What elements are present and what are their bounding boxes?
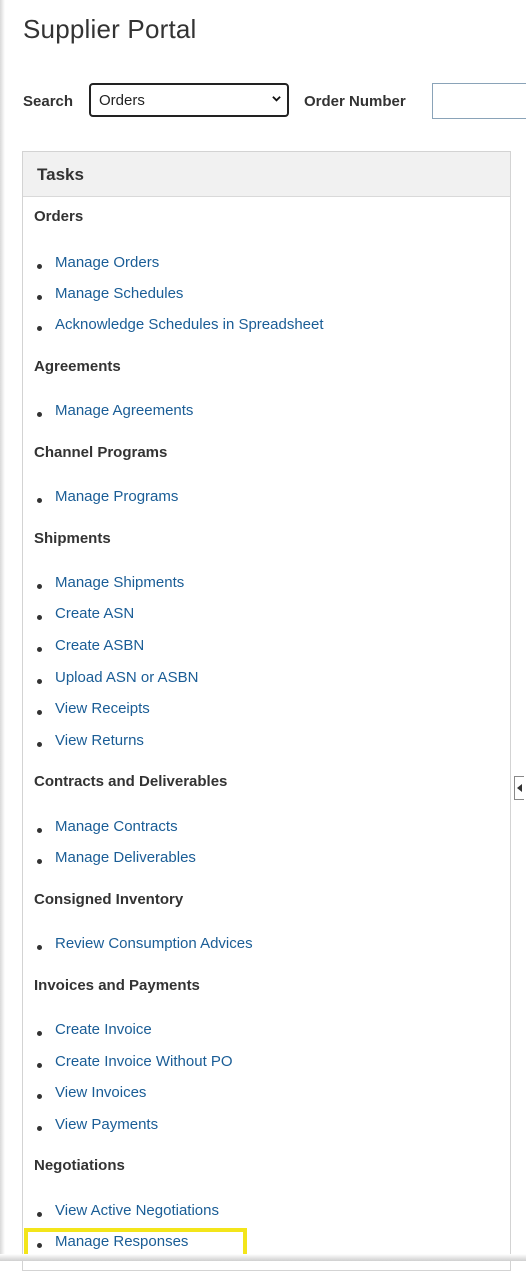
task-create-asn[interactable]: Create ASN [55,605,134,622]
bullet [37,742,42,747]
bullet [37,295,42,300]
task-manage-shipments[interactable]: Manage Shipments [55,574,184,591]
task-manage-programs[interactable]: Manage Programs [55,488,178,505]
search-type-select[interactable]: Orders [89,83,289,117]
section-heading-contracts: Contracts and Deliverables [34,773,228,790]
window-left-shadow [0,0,5,1261]
order-number-label: Order Number [304,93,406,110]
bullet [37,264,42,269]
section-heading-consigned: Consigned Inventory [34,891,184,908]
task-view-invoices[interactable]: View Invoices [55,1084,146,1101]
task-upload-asn[interactable]: Upload ASN or ASBN [55,669,198,686]
section-heading-negotiations: Negotiations [34,1157,125,1174]
window-bottom-shadow [0,1254,526,1261]
task-view-payments[interactable]: View Payments [55,1116,158,1133]
task-acknowledge-schedules[interactable]: Acknowledge Schedules in Spreadsheet [55,316,324,333]
task-create-invoice-no-po[interactable]: Create Invoice Without PO [55,1053,233,1070]
section-heading-agreements: Agreements [34,358,121,375]
section-heading-channel-programs: Channel Programs [34,444,168,461]
task-manage-contracts[interactable]: Manage Contracts [55,818,178,835]
task-manage-agreements[interactable]: Manage Agreements [55,402,193,419]
task-create-invoice[interactable]: Create Invoice [55,1021,152,1038]
task-manage-orders[interactable]: Manage Orders [55,254,159,271]
page-title: Supplier Portal [23,14,197,44]
collapse-left-icon [517,784,522,792]
bullet [37,828,42,833]
bullet [37,615,42,620]
section-heading-shipments: Shipments [34,530,111,547]
task-manage-schedules[interactable]: Manage Schedules [55,285,183,302]
bullet [37,859,42,864]
bullet [37,710,42,715]
tasks-panel: Tasks Orders Manage Orders Manage Schedu… [22,151,511,1271]
collapse-pane-handle[interactable] [514,776,524,800]
bullet [37,679,42,684]
tasks-title: Tasks [37,165,84,184]
bullet [37,1031,42,1036]
chevron-down-icon [272,96,281,102]
bullet [37,1212,42,1217]
bullet [37,1094,42,1099]
search-label: Search [23,93,74,110]
bullet [37,1063,42,1068]
order-number-input[interactable] [432,83,526,119]
bullet [37,498,42,503]
search-type-value: Orders [99,92,145,109]
bullet [37,647,42,652]
bullet [37,584,42,589]
task-view-returns[interactable]: View Returns [55,732,144,749]
task-review-consumption[interactable]: Review Consumption Advices [55,935,253,952]
task-create-asbn[interactable]: Create ASBN [55,637,144,654]
bullet [37,412,42,417]
tasks-panel-header: Tasks [23,152,510,197]
section-heading-invoices: Invoices and Payments [34,977,200,994]
section-heading-orders: Orders [34,208,84,225]
bullet [37,945,42,950]
task-view-active-negotiations[interactable]: View Active Negotiations [55,1202,219,1219]
bullet [37,1126,42,1131]
task-manage-deliverables[interactable]: Manage Deliverables [55,849,196,866]
task-view-receipts[interactable]: View Receipts [55,700,150,717]
bullet [37,326,42,331]
